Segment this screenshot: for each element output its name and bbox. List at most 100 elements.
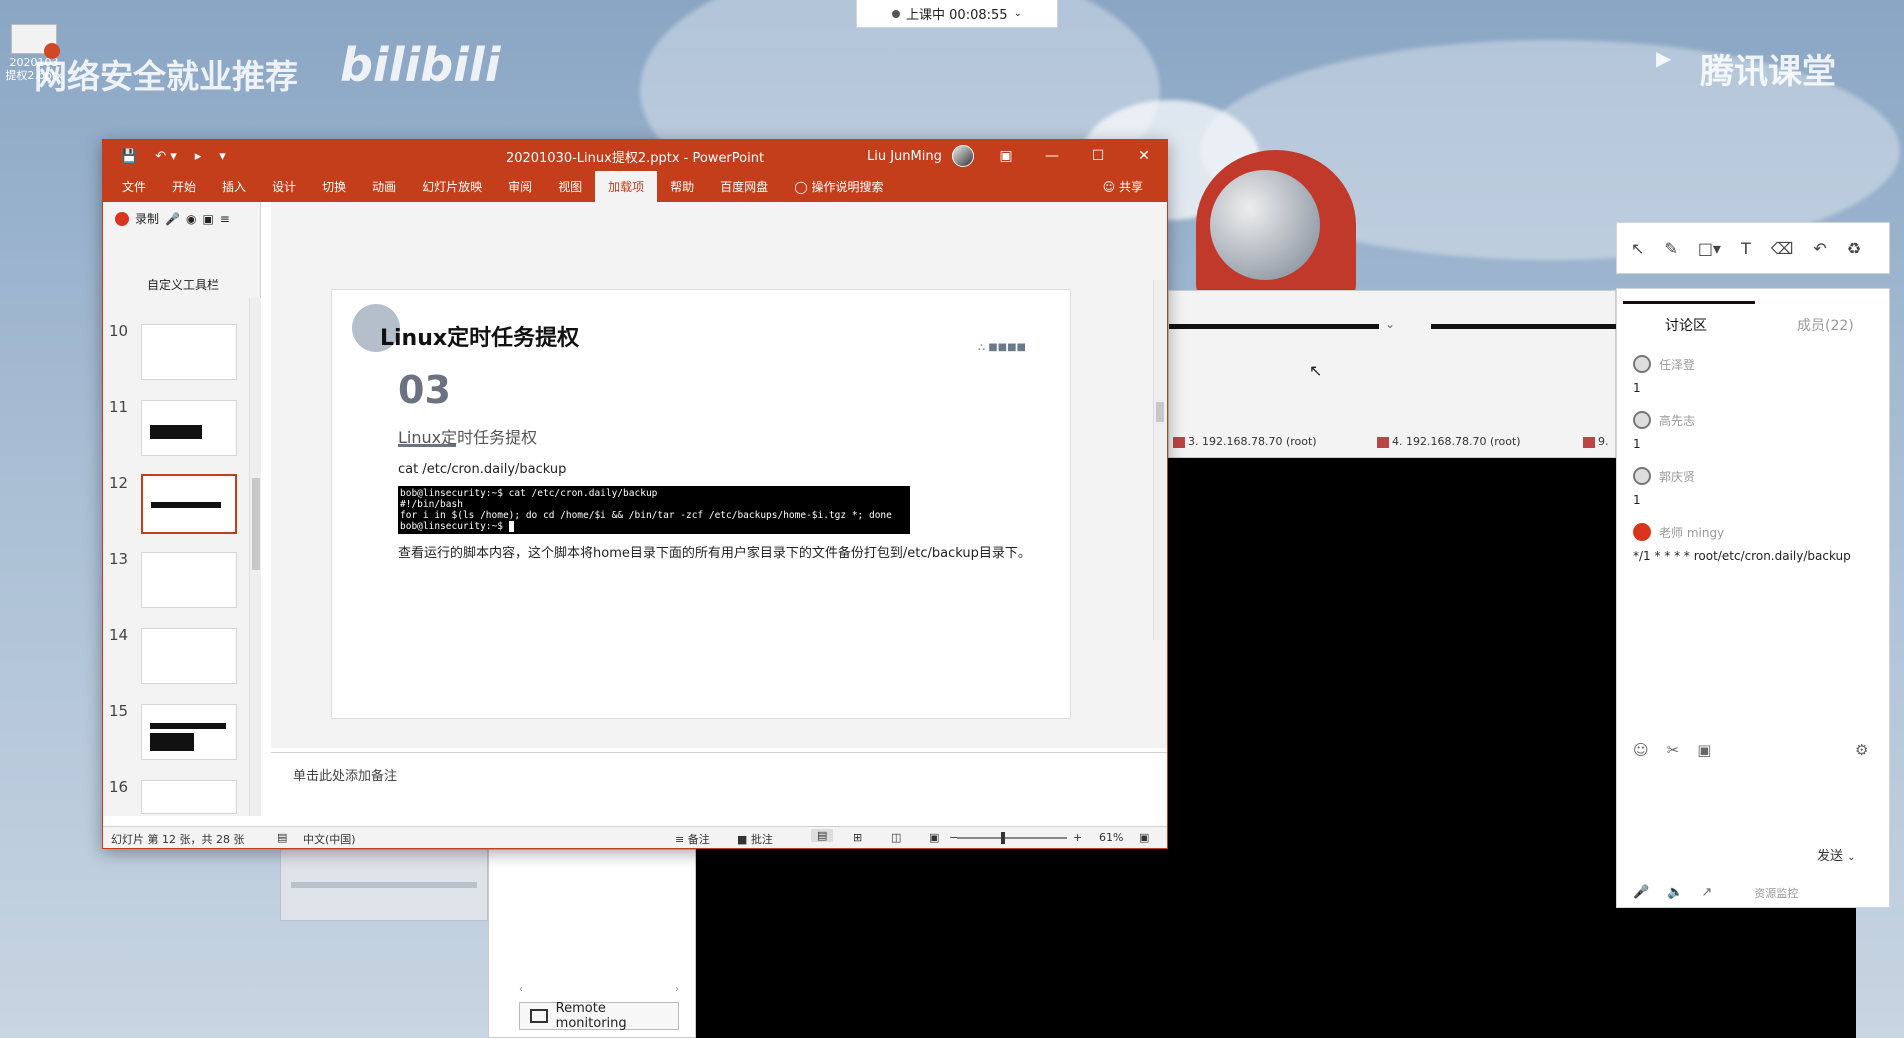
- reading-view-icon[interactable]: ◫: [891, 831, 901, 844]
- thumb-terminal: [151, 502, 221, 508]
- scroll-left-icon[interactable]: ‹: [519, 984, 523, 995]
- terminal-screen[interactable]: [1168, 458, 1616, 1038]
- remote-monitoring-button[interactable]: Remote monitoring: [519, 1001, 679, 1031]
- thumbnail-11[interactable]: 11: [103, 398, 261, 468]
- tab-baidu[interactable]: 百度网盘: [707, 178, 781, 202]
- thumbnail-15[interactable]: 15: [103, 702, 261, 772]
- zoom-in-icon[interactable]: +: [1073, 831, 1082, 844]
- tab-addins[interactable]: 加载项: [595, 171, 658, 202]
- undo-icon[interactable]: ↶ ▾: [155, 149, 177, 164]
- terminal-screen-lower[interactable]: [696, 848, 1168, 1038]
- slideshow-icon[interactable]: ▣: [929, 831, 939, 844]
- tab-home[interactable]: 开始: [159, 178, 209, 202]
- sender-name: 郭庆贤: [1659, 469, 1696, 484]
- mic-icon[interactable]: 🎤: [165, 212, 180, 226]
- fit-slide-icon[interactable]: ▣: [1139, 831, 1149, 844]
- tell-me-search[interactable]: ◯ 操作说明搜索: [781, 178, 896, 202]
- pen-icon[interactable]: ✎: [1664, 239, 1677, 258]
- live-status-pill[interactable]: 上课中 00:08:55 ⌄: [856, 0, 1058, 28]
- customize-qat-icon[interactable]: ▾: [219, 149, 226, 164]
- thumbnails-scrollbar[interactable]: [249, 298, 261, 816]
- mic-icon[interactable]: 🎤: [1633, 885, 1649, 901]
- thumbnail-14[interactable]: 14: [103, 626, 261, 696]
- tab-review[interactable]: 审阅: [495, 178, 545, 202]
- ribbon-display-icon[interactable]: ▣: [983, 140, 1029, 172]
- zoom-level[interactable]: 61%: [1099, 831, 1123, 844]
- eraser-icon[interactable]: ⌫: [1771, 239, 1794, 258]
- live-dot-icon: [892, 9, 901, 18]
- undo-icon[interactable]: ↶: [1813, 239, 1826, 258]
- language-status[interactable]: 中文(中国): [303, 831, 356, 847]
- minimize-icon[interactable]: —: [1029, 140, 1075, 172]
- tab-view[interactable]: 视图: [545, 178, 595, 202]
- chat-toolbar: ☺ ✂ ▣: [1633, 741, 1711, 759]
- gear-icon[interactable]: ⚙: [1855, 741, 1868, 759]
- window-controls: ▣ — ☐ ✕: [983, 140, 1167, 172]
- tab-design[interactable]: 设计: [259, 178, 309, 202]
- share-screen-icon[interactable]: ↗: [1701, 885, 1712, 901]
- zoom-slider-thumb[interactable]: [1001, 832, 1005, 844]
- sender-name: 任泽登: [1659, 357, 1696, 372]
- tab-slideshow[interactable]: 幻灯片放映: [409, 178, 495, 202]
- host-tab-9[interactable]: 9.: [1583, 435, 1609, 448]
- present-icon[interactable]: ▸: [195, 149, 202, 164]
- mouse-cursor-icon: ↖: [1309, 361, 1323, 380]
- scissors-icon[interactable]: ✂: [1667, 741, 1680, 759]
- tab-file[interactable]: 文件: [109, 178, 159, 202]
- thumb-number: 12: [109, 474, 129, 492]
- screen-icon[interactable]: ▣: [202, 212, 213, 226]
- chat-message: 任泽登 1: [1633, 355, 1695, 395]
- avatar: [1633, 467, 1651, 485]
- save-icon[interactable]: 💾: [121, 149, 137, 164]
- trash-icon[interactable]: ♻: [1847, 239, 1861, 258]
- tab-members[interactable]: 成员(22): [1797, 315, 1854, 335]
- shape-icon[interactable]: □▾: [1698, 239, 1721, 258]
- tab-transitions[interactable]: 切换: [309, 178, 359, 202]
- record-button[interactable]: 录制 🎤 ◉ ▣ ≡: [115, 210, 230, 227]
- tab-animations[interactable]: 动画: [359, 178, 409, 202]
- speaker-icon[interactable]: 🔈: [1667, 885, 1683, 901]
- scrollbar-thumb[interactable]: [252, 478, 260, 570]
- comment-icon: ■: [737, 833, 751, 846]
- normal-view-icon[interactable]: ▤: [811, 829, 834, 842]
- terminal-cursor: [508, 521, 515, 532]
- emoji-icon[interactable]: ☺: [1633, 741, 1649, 759]
- notes-pane[interactable]: 单击此处添加备注: [271, 752, 1167, 816]
- tab-discussion[interactable]: 讨论区: [1665, 315, 1707, 335]
- host-tab-3[interactable]: 3. 192.168.78.70 (root): [1173, 435, 1317, 448]
- maximize-icon[interactable]: ☐: [1075, 140, 1121, 172]
- text-icon[interactable]: T: [1741, 239, 1751, 258]
- slide-sorter-icon[interactable]: ⊞: [853, 831, 862, 844]
- sender-name: 高先志: [1659, 413, 1696, 428]
- account[interactable]: Liu JunMing: [867, 145, 974, 167]
- notes-button[interactable]: ≡ 备注: [675, 831, 710, 847]
- spellcheck-icon[interactable]: ▤: [277, 831, 287, 844]
- resource-monitor[interactable]: 资源监控: [1754, 885, 1798, 901]
- pointer-icon[interactable]: ↖: [1631, 239, 1644, 258]
- send-button[interactable]: 发送 ⌄: [1817, 845, 1856, 864]
- watermark-tencent: 腾讯课堂: [1700, 52, 1836, 92]
- share-button[interactable]: ☺ 共享: [1103, 178, 1143, 195]
- chevron-down-icon[interactable]: ⌄: [1385, 317, 1395, 331]
- settings-icon[interactable]: ≡: [220, 212, 230, 226]
- panel-footer: 🎤 🔈 ↗ 资源监控: [1633, 885, 1873, 901]
- tab-help[interactable]: 帮助: [657, 178, 707, 202]
- scroll-bar[interactable]: [291, 882, 477, 888]
- thumb-terminal: [150, 723, 226, 729]
- image-icon[interactable]: ▣: [1697, 741, 1711, 759]
- current-slide[interactable]: Linux定时任务提权 ⛬ ■■■■ 03 Linux定时任务提权 cat /e…: [331, 289, 1071, 719]
- record-label: 录制: [135, 212, 160, 226]
- scroll-right-icon[interactable]: ›: [675, 984, 679, 995]
- slide-scrollbar[interactable]: [1153, 280, 1165, 640]
- camera-icon[interactable]: ◉: [186, 212, 196, 226]
- close-icon[interactable]: ✕: [1121, 140, 1167, 172]
- zoom-slider[interactable]: [957, 837, 1067, 839]
- thumbnail-12-selected[interactable]: 12: [103, 474, 261, 544]
- decor-sphere: [1210, 170, 1320, 280]
- thumbnail-13[interactable]: 13: [103, 550, 261, 620]
- host-tab-4[interactable]: 4. 192.168.78.70 (root): [1377, 435, 1521, 448]
- comments-button[interactable]: ■ 批注: [737, 831, 773, 847]
- thumbnail-10[interactable]: 10: [103, 322, 261, 392]
- scrollbar-thumb[interactable]: [1156, 402, 1164, 422]
- tab-insert[interactable]: 插入: [209, 178, 259, 202]
